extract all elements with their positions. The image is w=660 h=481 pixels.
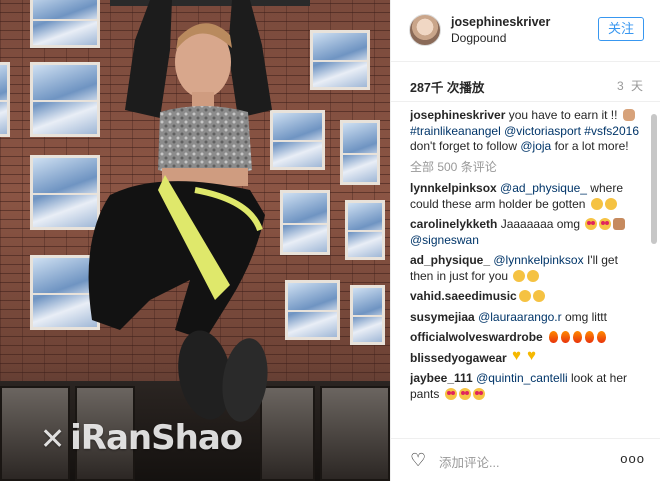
mention-link[interactable]: @victoriasport [504, 124, 581, 138]
post-age[interactable]: 3 天 [617, 77, 645, 94]
comment-username[interactable]: officialwolveswardrobe [410, 330, 543, 344]
comment-username[interactable]: susymejiaa [410, 310, 475, 324]
list-item: ad_physique_ @lynnkelpinksox I'll get th… [410, 253, 642, 284]
thinking-emoji-icon [590, 197, 603, 210]
wave-hand-emoji-icon [613, 218, 626, 230]
author-username[interactable]: josephineskriver [451, 15, 550, 29]
post-footer: ♡ 添加评论... ooo [391, 438, 660, 481]
mention-link[interactable]: @lynnkelpinksox [493, 253, 583, 267]
yellow-heart-emoji-icon [527, 348, 540, 364]
fire-emoji-icon [596, 331, 607, 343]
mention-link[interactable]: @ad_physique_ [500, 181, 587, 195]
smile-emoji-icon [532, 290, 545, 302]
list-item: jaybee_111 @quintin_cantelli look at her… [410, 371, 642, 402]
hashtag-link[interactable]: #trainlikeanangel [410, 124, 501, 138]
mention-link[interactable]: @lauraarango.r [478, 310, 562, 324]
post-sidebar: josephineskriver Dogpound 关注 287千 次播放 3 … [390, 0, 660, 481]
comment-text: omg littt [561, 309, 607, 324]
comment-username[interactable]: vahid.saeedimusic [410, 289, 517, 303]
caption-text: for a lot more! [551, 139, 629, 153]
fire-emoji-icon [572, 331, 583, 343]
list-item: vahid.saeedimusic [410, 289, 642, 305]
caption-text: don't forget to follow [410, 139, 521, 153]
watermark: ✕ iRanShao [40, 418, 243, 458]
comment-text: Jaaaaaaa omg [497, 217, 584, 231]
list-item: officialwolveswardrobe [410, 330, 642, 346]
comment-username[interactable]: blissedyogawear [410, 351, 507, 365]
view-count: 287千 次播放 [410, 81, 485, 95]
post-stats: 287千 次播放 3 天 [391, 62, 660, 102]
instagram-post: ✕ iRanShao josephineskriver Dogpound 关注 2… [0, 0, 660, 481]
heart-icon[interactable]: ♡ [410, 451, 426, 469]
list-item: susymejiaa @lauraarango.r omg littt [410, 310, 642, 326]
add-comment-input[interactable]: 添加评论... [439, 452, 499, 471]
view-all-comments-link[interactable]: 全部 500 条评论 [410, 160, 642, 176]
comment-username[interactable]: jaybee_111 [410, 371, 473, 385]
more-options-icon[interactable]: ooo [620, 451, 645, 466]
list-item: lynnkelpinksox @ad_physique_ where could… [410, 181, 642, 212]
comment-username[interactable]: lynnkelpinksox [410, 181, 497, 195]
caption: josephineskriver you have to earn it !! … [410, 108, 642, 155]
location-link[interactable]: Dogpound [451, 31, 506, 45]
heart-eyes-emoji-icon [585, 218, 598, 230]
heart-eyes-emoji-icon [458, 387, 471, 400]
scrollbar-thumb[interactable] [651, 114, 657, 244]
comments-scrollbar[interactable] [651, 106, 657, 438]
smile-emoji-icon [518, 290, 531, 302]
mention-link[interactable]: @signeswan [410, 233, 479, 247]
post-video[interactable]: ✕ iRanShao [0, 0, 390, 481]
heart-eyes-emoji-icon [599, 218, 612, 230]
avatar[interactable] [409, 14, 441, 46]
yellow-heart-emoji-icon [512, 348, 525, 364]
fire-emoji-icon [584, 331, 595, 343]
post-header: josephineskriver Dogpound 关注 [391, 0, 660, 62]
watermark-logo-icon: ✕ [40, 422, 65, 457]
smile-emoji-icon [513, 269, 526, 282]
heart-eyes-emoji-icon [472, 387, 485, 400]
comment-username[interactable]: josephineskriver [410, 108, 505, 122]
fire-emoji-icon [560, 331, 571, 343]
mention-link[interactable]: @joja [520, 139, 551, 153]
comment-username[interactable]: ad_physique_ [410, 253, 490, 267]
fire-emoji-icon [548, 331, 559, 343]
heart-eyes-emoji-icon [444, 387, 457, 400]
wink-emoji-icon [527, 269, 540, 282]
list-item: blissedyogawear [410, 348, 642, 367]
follow-button[interactable]: 关注 [598, 17, 644, 41]
hashtag-link[interactable]: #vsfs2016 [584, 124, 639, 138]
athlete-figure [88, 0, 310, 422]
flexed-biceps-emoji-icon [622, 109, 635, 121]
comment-username[interactable]: carolinelykketh [410, 217, 497, 231]
mention-link[interactable]: @quintin_cantelli [476, 371, 568, 385]
caption-text: you have to earn it !! [505, 108, 621, 122]
watermark-text: iRanShao [70, 418, 243, 458]
list-item: carolinelykketh Jaaaaaaa omg @signeswan [410, 217, 642, 248]
comments-list: josephineskriver you have to earn it !! … [410, 108, 642, 438]
smile-emoji-icon [604, 197, 617, 210]
